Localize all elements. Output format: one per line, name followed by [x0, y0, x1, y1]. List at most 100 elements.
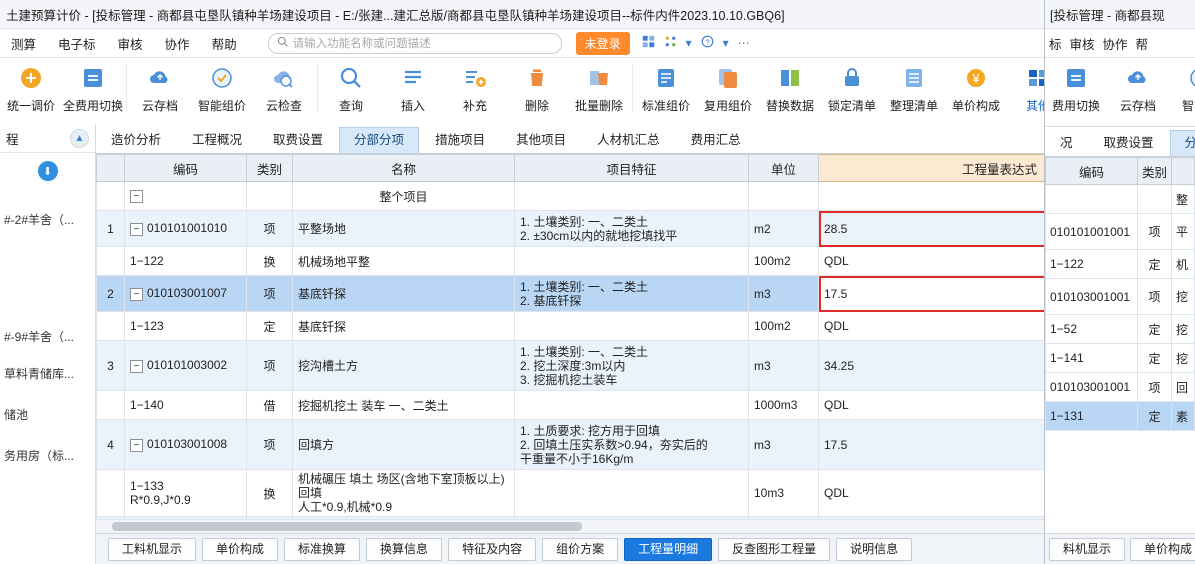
ribbon-button-insert[interactable]: 插入 [382, 60, 444, 126]
secondary-ribbon-button-0[interactable]: 费用切换 [1045, 60, 1107, 126]
table-row[interactable]: 1−52 定 挖 [1045, 314, 1195, 344]
chevron-down-icon-2[interactable]: ▾ [723, 36, 729, 50]
ribbon-button-unit-price[interactable]: ¥ 单价构成 [945, 60, 1007, 126]
secondary-tab-1[interactable]: 取费设置 [1089, 130, 1169, 156]
ribbon-button-replace-data[interactable]: 替换数据 [759, 60, 821, 126]
tab-other-items[interactable]: 其他项目 [501, 127, 581, 153]
tab-measure-items[interactable]: 措施项目 [420, 127, 500, 153]
col-code[interactable]: 编码 [124, 154, 247, 182]
secondary-col-code[interactable]: 编码 [1045, 157, 1138, 185]
secondary-col-name[interactable] [1171, 157, 1195, 185]
secondary-ribbon-button-1[interactable]: 云存档 [1107, 60, 1169, 126]
tab-cost-analysis[interactable]: 造价分析 [96, 127, 176, 153]
menu-item-3[interactable]: 协作 [154, 30, 201, 57]
bottom-tab-material-display[interactable]: 工料机显示 [108, 537, 197, 561]
login-button[interactable]: 未登录 [575, 31, 630, 55]
help-icon[interactable]: ? [701, 35, 714, 51]
table-row[interactable]: 2 −010103001007 项 基底钎探 1. 土壤类别: 一、二类土 2.… [96, 275, 1181, 312]
tab-fee-settings[interactable]: 取费设置 [258, 127, 338, 153]
search-input[interactable]: 请输入功能名称或问题描述 [267, 32, 562, 54]
bottom-tab-reverse-check[interactable]: 反查图形工程量 [718, 537, 831, 561]
apps-icon[interactable] [664, 35, 677, 51]
ribbon-button-batch-delete[interactable]: 批量删除 [568, 60, 630, 126]
menu-item-4[interactable]: 帮助 [201, 30, 248, 57]
secondary-bottom-tab-1[interactable]: 单价构成 [1130, 537, 1195, 561]
bottom-tab-standard-conversion[interactable]: 标准换算 [284, 537, 361, 561]
col-name[interactable]: 名称 [292, 154, 515, 182]
chevron-down-icon[interactable]: ▾ [686, 36, 692, 50]
table-row[interactable]: 1−140 借 挖掘机挖土 装车 一、二类土 1000m3 QDL [96, 390, 1181, 420]
ribbon-button-smart-price[interactable]: 智能组价 [191, 60, 253, 126]
secondary-menu-item-2[interactable]: 协作 [1103, 34, 1128, 53]
table-row[interactable]: 整 [1045, 184, 1195, 214]
grid-icon[interactable] [642, 35, 655, 51]
chevron-up-icon[interactable]: ▲ [70, 128, 89, 148]
menu-item-0[interactable]: 测算 [0, 30, 47, 57]
project-tree-item-2[interactable]: 草料青储库... [0, 359, 95, 388]
menu-item-2[interactable]: 审核 [107, 30, 154, 57]
table-row[interactable]: 010103001001 项 回 [1045, 372, 1195, 402]
expander-icon[interactable]: − [130, 438, 143, 452]
secondary-tab-2[interactable]: 分部 [1169, 130, 1195, 156]
secondary-bottom-tab-0[interactable]: 料机显示 [1049, 537, 1126, 561]
table-row[interactable]: 1−131 定 素 [1045, 401, 1195, 431]
table-row[interactable]: 1−123 定 基底钎探 100m2 QDL [96, 311, 1181, 341]
table-row[interactable]: 010101001001 项 平 [1045, 213, 1195, 250]
table-row[interactable]: 1−141 定 挖 [1045, 343, 1195, 373]
ribbon-button-cloud-check[interactable]: 云检查 [253, 60, 315, 126]
ribbon-button-delete[interactable]: 删除 [506, 60, 568, 126]
col-category[interactable]: 类别 [246, 154, 293, 182]
table-row[interactable]: 1−122 换 机械场地平整 100m2 QDL [96, 246, 1181, 276]
col-unit[interactable]: 单位 [748, 154, 819, 182]
smart-price-icon [208, 64, 236, 92]
secondary-menu-item-0[interactable]: 标 [1049, 34, 1062, 53]
table-row[interactable]: − 整个项目 [96, 181, 1181, 211]
col-rowno[interactable] [96, 154, 125, 182]
table-row[interactable]: 1 −010101001010 项 平整场地 1. 土壤类别: 一、二类土 2.… [96, 210, 1181, 247]
expander-icon[interactable]: − [130, 359, 143, 373]
ribbon-button-organize-list[interactable]: 整理清单 [883, 60, 945, 126]
tab-project-overview[interactable]: 工程概况 [177, 127, 257, 153]
menu-item-1[interactable]: 电子标 [47, 30, 107, 57]
tab-material-summary[interactable]: 人材机汇总 [582, 127, 675, 153]
project-tree-item-3[interactable]: 储池 [0, 400, 95, 429]
table-row[interactable]: 1−122 定 机 [1045, 249, 1195, 279]
ribbon-button-standard-price[interactable]: 标准组价 [635, 60, 697, 126]
table-row[interactable]: 1−133 R*0.9,J*0.9 换 机械碾压 填土 场区(含地下室顶板以上)… [96, 469, 1181, 517]
project-tree-item-0[interactable]: #-2#羊舍（... [0, 205, 95, 234]
bottom-tab-conversion-info[interactable]: 换算信息 [366, 537, 443, 561]
download-icon[interactable]: ⬇ [37, 161, 58, 181]
bottom-tab-quantity-detail[interactable]: 工程量明细 [624, 537, 713, 561]
table-row[interactable]: 4 −010103001008 项 回填方 1. 土质要求: 挖方用于回填 2.… [96, 419, 1181, 470]
secondary-menu-item-1[interactable]: 审核 [1070, 34, 1095, 53]
expander-icon[interactable]: − [130, 190, 143, 204]
tab-sub-items[interactable]: 分部分项 [339, 127, 420, 153]
ribbon-button-lock-list[interactable]: 锁定清单 [821, 60, 883, 126]
project-tree-item-4[interactable]: 务用房（标... [0, 441, 95, 470]
bottom-tab-pricing-scheme[interactable]: 组价方案 [542, 537, 619, 561]
project-tree-item-1[interactable]: #-9#羊舍（... [0, 322, 95, 351]
horizontal-scrollbar[interactable] [96, 519, 1181, 533]
ribbon-button-unified-price[interactable]: 统一调价 [0, 60, 62, 126]
horizontal-scroll-thumb[interactable] [112, 522, 582, 531]
ribbon-button-cloud-archive[interactable]: 云存档 [129, 60, 191, 126]
more-icon[interactable]: ⋯ [738, 36, 750, 50]
ribbon-button-fee-switch[interactable]: 全费用切换 [62, 60, 124, 126]
table-row[interactable]: 010103001001 项 挖 [1045, 278, 1195, 315]
secondary-ribbon-button-2[interactable]: 智能组 [1169, 60, 1195, 126]
bottom-tab-features-content[interactable]: 特征及内容 [448, 537, 537, 561]
table-row[interactable]: 3 −010101003002 项 挖沟槽土方 1. 土壤类别: 一、二类土 2… [96, 340, 1181, 391]
expander-icon[interactable]: − [130, 287, 143, 301]
secondary-col-category[interactable]: 类别 [1137, 157, 1172, 185]
ribbon-button-query[interactable]: 查询 [320, 60, 382, 126]
secondary-menu-item-3[interactable]: 帮 [1136, 34, 1149, 53]
bottom-tab-unit-price[interactable]: 单价构成 [202, 537, 279, 561]
ribbon-button-reuse-price[interactable]: 复用组价 [697, 60, 759, 126]
bottom-tab-description-info[interactable]: 说明信息 [836, 537, 913, 561]
expander-icon[interactable]: − [130, 222, 143, 236]
ribbon-button-supplement[interactable]: 补充 [444, 60, 506, 126]
code-text: 010103001008 [147, 437, 228, 452]
secondary-tab-0[interactable]: 况 [1045, 130, 1088, 156]
col-feature[interactable]: 项目特征 [514, 154, 749, 182]
tab-fee-summary[interactable]: 费用汇总 [676, 127, 756, 153]
